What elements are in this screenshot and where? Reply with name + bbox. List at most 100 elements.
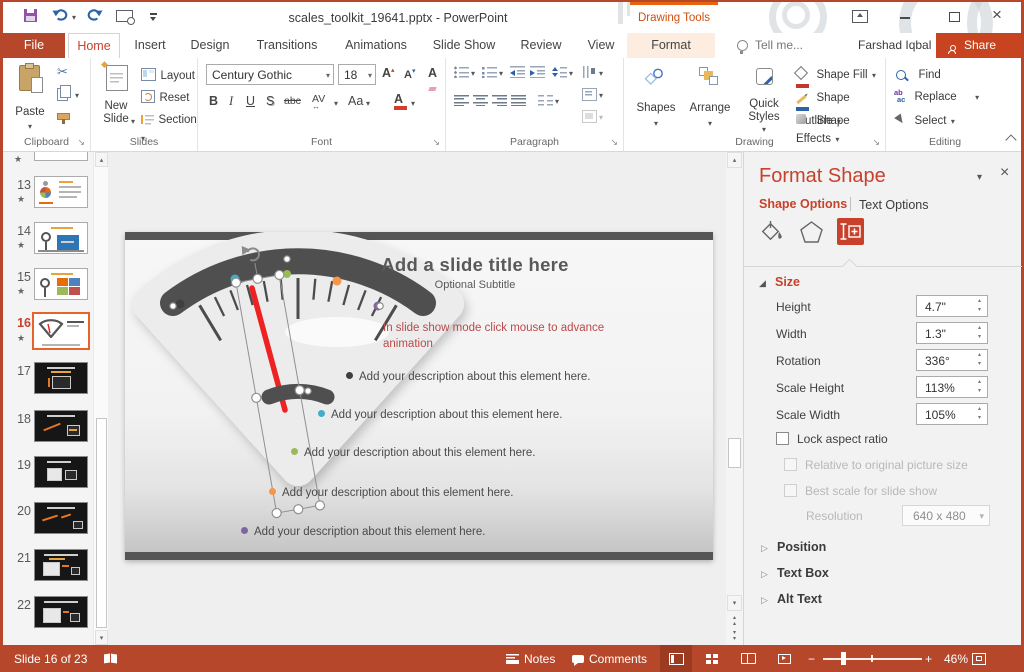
underline-button[interactable]: U xyxy=(246,94,255,108)
undo-icon[interactable] xyxy=(52,7,69,27)
slide-bullet-1[interactable]: Add your description about this element … xyxy=(346,371,590,383)
replace-button[interactable]: Replace ▾ xyxy=(894,87,979,105)
change-case-button[interactable]: Aa xyxy=(348,94,363,108)
slide[interactable]: Add a slide title here Optional Subtitle… xyxy=(125,232,713,560)
cut-icon[interactable]: ✂ xyxy=(57,64,68,80)
panel-scrollbar[interactable]: ▴ ▾ xyxy=(93,152,108,645)
shrink-font-button[interactable]: A▾ xyxy=(404,67,415,81)
font-size-combo[interactable]: 18 ▾ xyxy=(338,64,376,85)
zoom-out-button[interactable]: − xyxy=(808,645,815,672)
size-properties-icon-selected[interactable] xyxy=(837,218,864,245)
user-name[interactable]: Farshad Iqbal xyxy=(858,38,931,52)
slide-thumbnail-19[interactable] xyxy=(34,456,88,488)
new-slide-button[interactable]: New Slide ▾ xyxy=(95,62,137,136)
main-scrollbar-thumb[interactable] xyxy=(728,438,741,468)
tab-view[interactable]: View xyxy=(576,33,626,58)
paragraph-dialog-launcher-icon[interactable]: ↘ xyxy=(610,138,618,147)
line-spacing-icon[interactable] xyxy=(552,66,567,78)
numbering-dropdown-icon[interactable]: ▾ xyxy=(499,70,503,78)
rotation-field[interactable]: 336° ▴▾ xyxy=(916,349,988,371)
main-scrollbar[interactable]: ▴ ▾ ▴▴ ▾▾ xyxy=(726,152,743,645)
notes-button[interactable]: Notes xyxy=(506,645,555,672)
scale-height-spin-down-icon[interactable]: ▾ xyxy=(973,387,986,396)
slide-thumbnail-16-selected[interactable] xyxy=(32,312,90,350)
slide-bullet-4[interactable]: Add your description about this element … xyxy=(269,487,513,499)
minimize-icon[interactable] xyxy=(900,17,910,19)
slide-note[interactable]: In slide show mode click mouse to advanc… xyxy=(383,320,625,352)
text-shadow-button[interactable]: S xyxy=(266,94,274,108)
paste-button[interactable]: Paste ▾ xyxy=(9,62,51,134)
width-spin-down-icon[interactable]: ▾ xyxy=(973,333,986,342)
format-painter-icon[interactable] xyxy=(57,113,70,120)
scale-height-field[interactable]: 113% ▴▾ xyxy=(916,376,988,398)
height-spin-up-icon[interactable]: ▴ xyxy=(973,297,986,306)
tab-insert[interactable]: Insert xyxy=(124,33,176,58)
reset-button[interactable]: Reset xyxy=(141,88,190,106)
tab-design[interactable]: Design xyxy=(180,33,240,58)
panel-scrollbar-thumb[interactable] xyxy=(96,418,107,628)
rotation-spin-up-icon[interactable]: ▴ xyxy=(973,351,986,360)
font-color-button[interactable]: A xyxy=(394,92,403,106)
tell-me[interactable]: Tell me... xyxy=(755,38,803,52)
effects-icon[interactable] xyxy=(799,220,824,249)
slide-thumbnail-17[interactable] xyxy=(34,362,88,394)
font-name-combo[interactable]: Century Gothic ▾ xyxy=(206,64,334,85)
pane-tab-text-options[interactable]: Text Options xyxy=(859,198,928,212)
zoom-slider-thumb[interactable] xyxy=(841,652,846,665)
scroll-up-icon[interactable]: ▴ xyxy=(727,152,742,168)
start-slideshow-icon[interactable] xyxy=(116,10,133,22)
italic-button[interactable]: I xyxy=(229,94,233,109)
columns-dropdown-icon[interactable]: ▾ xyxy=(555,98,559,106)
justify-icon[interactable] xyxy=(511,94,526,106)
redo-icon[interactable] xyxy=(86,7,103,27)
bullets-dropdown-icon[interactable]: ▾ xyxy=(471,70,475,78)
position-section-header[interactable]: Position xyxy=(777,540,826,554)
text-box-section-expand-icon[interactable]: ▷ xyxy=(761,569,768,580)
tab-slide-show[interactable]: Slide Show xyxy=(422,33,506,58)
tab-file[interactable]: File xyxy=(3,33,65,58)
increase-indent-icon[interactable] xyxy=(530,66,545,78)
clipboard-dialog-launcher-icon[interactable]: ↘ xyxy=(77,138,85,147)
width-spin-up-icon[interactable]: ▴ xyxy=(973,324,986,333)
numbering-icon[interactable] xyxy=(482,66,497,78)
previous-slide-button[interactable]: ▴▴ xyxy=(728,615,741,629)
align-left-icon[interactable] xyxy=(454,94,469,106)
shapes-button[interactable]: Shapes ▾ xyxy=(632,62,680,136)
pane-close-icon[interactable]: × xyxy=(1000,164,1009,182)
scale-width-spin-up-icon[interactable]: ▴ xyxy=(973,405,986,414)
ribbon-display-options-icon[interactable] xyxy=(852,10,868,23)
font-color-dropdown-icon[interactable]: ▾ xyxy=(411,100,415,108)
spellcheck-icon[interactable] xyxy=(104,645,117,672)
scroll-down-icon[interactable]: ▾ xyxy=(727,595,742,611)
clear-formatting-button[interactable]: A xyxy=(428,66,445,94)
text-box-section-header[interactable]: Text Box xyxy=(777,566,829,580)
slide-title-block[interactable]: Add a slide title here Optional Subtitle xyxy=(320,254,630,291)
arrange-button[interactable]: Arrange ▾ xyxy=(684,62,736,136)
comments-button[interactable]: Comments xyxy=(572,645,647,672)
size-section-header[interactable]: Size xyxy=(775,275,800,289)
slide-thumbnail-21[interactable] xyxy=(34,549,88,581)
next-slide-button[interactable]: ▾▾ xyxy=(728,630,741,644)
lock-aspect-ratio-label[interactable]: Lock aspect ratio xyxy=(797,432,888,446)
share-button[interactable]: Share xyxy=(936,33,1021,58)
width-field[interactable]: 1.3" ▴▾ xyxy=(916,322,988,344)
columns-icon[interactable] xyxy=(538,94,553,106)
slide-thumbnail-18[interactable] xyxy=(34,410,88,442)
case-dropdown-icon[interactable]: ▾ xyxy=(366,100,370,108)
pane-menu-icon[interactable]: ▾ xyxy=(977,172,982,183)
normal-view-button[interactable] xyxy=(660,645,692,672)
alt-text-section-expand-icon[interactable]: ▷ xyxy=(761,595,768,606)
maximize-icon[interactable] xyxy=(949,12,960,22)
bold-button[interactable]: B xyxy=(209,94,218,108)
select-button[interactable]: Select ▾ xyxy=(896,111,955,129)
panel-scroll-down-icon[interactable]: ▾ xyxy=(95,630,108,645)
font-dialog-launcher-icon[interactable]: ↘ xyxy=(432,138,440,147)
save-icon[interactable] xyxy=(24,9,37,22)
slide-bullet-3[interactable]: Add your description about this element … xyxy=(291,447,535,459)
scale-width-spin-down-icon[interactable]: ▾ xyxy=(973,414,986,423)
scale-width-field[interactable]: 105% ▴▾ xyxy=(916,403,988,425)
align-center-icon[interactable] xyxy=(473,94,488,106)
slide-thumbnail-20[interactable] xyxy=(34,502,88,534)
height-field[interactable]: 4.7" ▴▾ xyxy=(916,295,988,317)
strikethrough-button[interactable]: abc xyxy=(284,95,301,107)
